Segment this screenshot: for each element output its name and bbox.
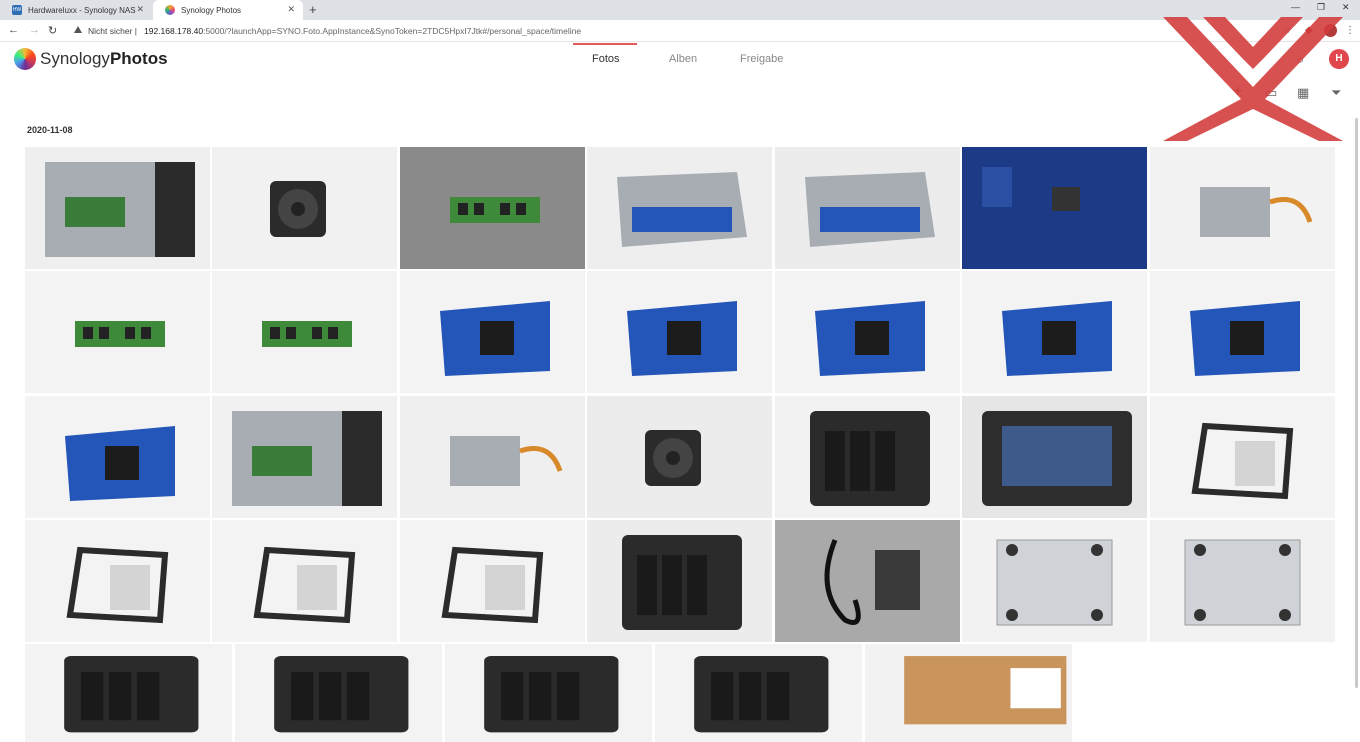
- photo-thumbnail[interactable]: [587, 271, 772, 393]
- synology-photos-favicon-icon: [165, 5, 175, 15]
- photo-thumbnail[interactable]: [400, 396, 585, 518]
- photo-thumbnail[interactable]: [400, 520, 585, 642]
- filter-icon[interactable]: ⏷: [1331, 85, 1341, 101]
- photo-thumbnail[interactable]: [1150, 396, 1335, 518]
- photo-thumbnail[interactable]: [962, 520, 1147, 642]
- photo-thumbnail[interactable]: [1150, 271, 1335, 393]
- hardwareluxx-favicon-icon: HW: [12, 5, 22, 15]
- photo-thumbnail[interactable]: [655, 644, 862, 742]
- brand-bold: Photos: [109, 49, 168, 68]
- photo-thumbnail[interactable]: [587, 396, 772, 518]
- grid-view-icon[interactable]: ▦: [1297, 85, 1309, 101]
- photo-thumbnail[interactable]: [775, 396, 960, 518]
- browser-tab-hardwareluxx[interactable]: HW Hardwareluxx - Synology NAS ✕: [0, 0, 152, 20]
- url-host: 192.168.178.40: [144, 26, 204, 36]
- photo-thumbnail[interactable]: [212, 520, 397, 642]
- photo-thumbnail[interactable]: [962, 147, 1147, 269]
- tab-freigabe[interactable]: Freigabe: [740, 53, 783, 65]
- photo-thumbnail[interactable]: [212, 271, 397, 393]
- synology-photos-logo-icon: [14, 48, 36, 70]
- photo-thumbnail[interactable]: [25, 147, 210, 269]
- photo-thumbnail[interactable]: [587, 147, 772, 269]
- scrollbar[interactable]: [1355, 118, 1358, 688]
- browser-menu-icon[interactable]: ⋮: [1345, 25, 1355, 36]
- address-bar: ← → ↻ Nicht sicher | 192.168.178.40:5000…: [0, 20, 1360, 42]
- photo-thumbnail[interactable]: [400, 271, 585, 393]
- profile-avatar-icon[interactable]: [1324, 24, 1337, 37]
- brand-light: Synology: [40, 49, 110, 68]
- tab-fotos[interactable]: Fotos: [592, 53, 620, 65]
- security-label[interactable]: Nicht sicher |: [88, 26, 137, 36]
- photo-thumbnail[interactable]: [1150, 147, 1335, 269]
- photo-thumbnail[interactable]: [962, 271, 1147, 393]
- photo-thumbnail[interactable]: [25, 644, 232, 742]
- url-field[interactable]: 192.168.178.40:5000/?launchApp=SYNO.Foto…: [144, 26, 581, 36]
- active-tab-indicator: [573, 43, 637, 45]
- photo-thumbnail[interactable]: [25, 396, 210, 518]
- photo-thumbnail[interactable]: [775, 147, 960, 269]
- app-brand: SynologyPhotos: [40, 49, 168, 69]
- warning-icon: [74, 26, 82, 33]
- back-icon[interactable]: ←: [8, 24, 19, 36]
- extension-icon[interactable]: ◆: [1305, 25, 1313, 36]
- photo-thumbnail[interactable]: [865, 644, 1072, 742]
- photo-thumbnail[interactable]: [400, 147, 585, 269]
- photo-thumbnail[interactable]: [587, 520, 772, 642]
- photo-thumbnail[interactable]: [25, 520, 210, 642]
- photo-thumbnail[interactable]: [25, 271, 210, 393]
- bookmark-star-icon[interactable]: ☆: [1282, 25, 1291, 36]
- url-rest: :5000/?launchApp=SYNO.Foto.AppInstance&S…: [203, 26, 582, 36]
- user-avatar[interactable]: H: [1329, 49, 1349, 69]
- photo-thumbnail[interactable]: [235, 644, 442, 742]
- new-tab-button[interactable]: +: [309, 2, 317, 17]
- browser-tab-label: Synology Photos: [181, 5, 242, 15]
- photo-thumbnail[interactable]: [775, 520, 960, 642]
- restore-icon[interactable]: ❐: [1317, 2, 1325, 13]
- add-icon[interactable]: +: [1233, 83, 1242, 101]
- photo-thumbnail[interactable]: [212, 147, 397, 269]
- minimize-icon[interactable]: —: [1291, 2, 1300, 12]
- photo-thumbnail[interactable]: [445, 644, 652, 742]
- window-close-icon[interactable]: ✕: [1342, 2, 1350, 13]
- photo-thumbnail[interactable]: [1150, 520, 1335, 642]
- forward-icon[interactable]: →: [29, 24, 40, 36]
- browser-tabstrip: HW Hardwareluxx - Synology NAS ✕ Synolog…: [0, 0, 1360, 20]
- search-icon[interactable]: ⌕: [1297, 52, 1304, 68]
- tab-alben[interactable]: Alben: [669, 53, 697, 65]
- timeline-date-heading: 2020-11-08: [27, 125, 73, 135]
- select-icon[interactable]: ▭: [1265, 85, 1277, 101]
- photo-thumbnail[interactable]: [212, 396, 397, 518]
- close-icon[interactable]: ✕: [136, 4, 144, 15]
- browser-tab-label: Hardwareluxx - Synology NAS: [28, 5, 136, 15]
- photo-thumbnail[interactable]: [775, 271, 960, 393]
- browser-tab-synology-photos[interactable]: Synology Photos ✕: [153, 0, 303, 20]
- photo-thumbnail[interactable]: [962, 396, 1147, 518]
- close-icon[interactable]: ✕: [287, 4, 295, 15]
- reload-icon[interactable]: ↻: [48, 24, 57, 37]
